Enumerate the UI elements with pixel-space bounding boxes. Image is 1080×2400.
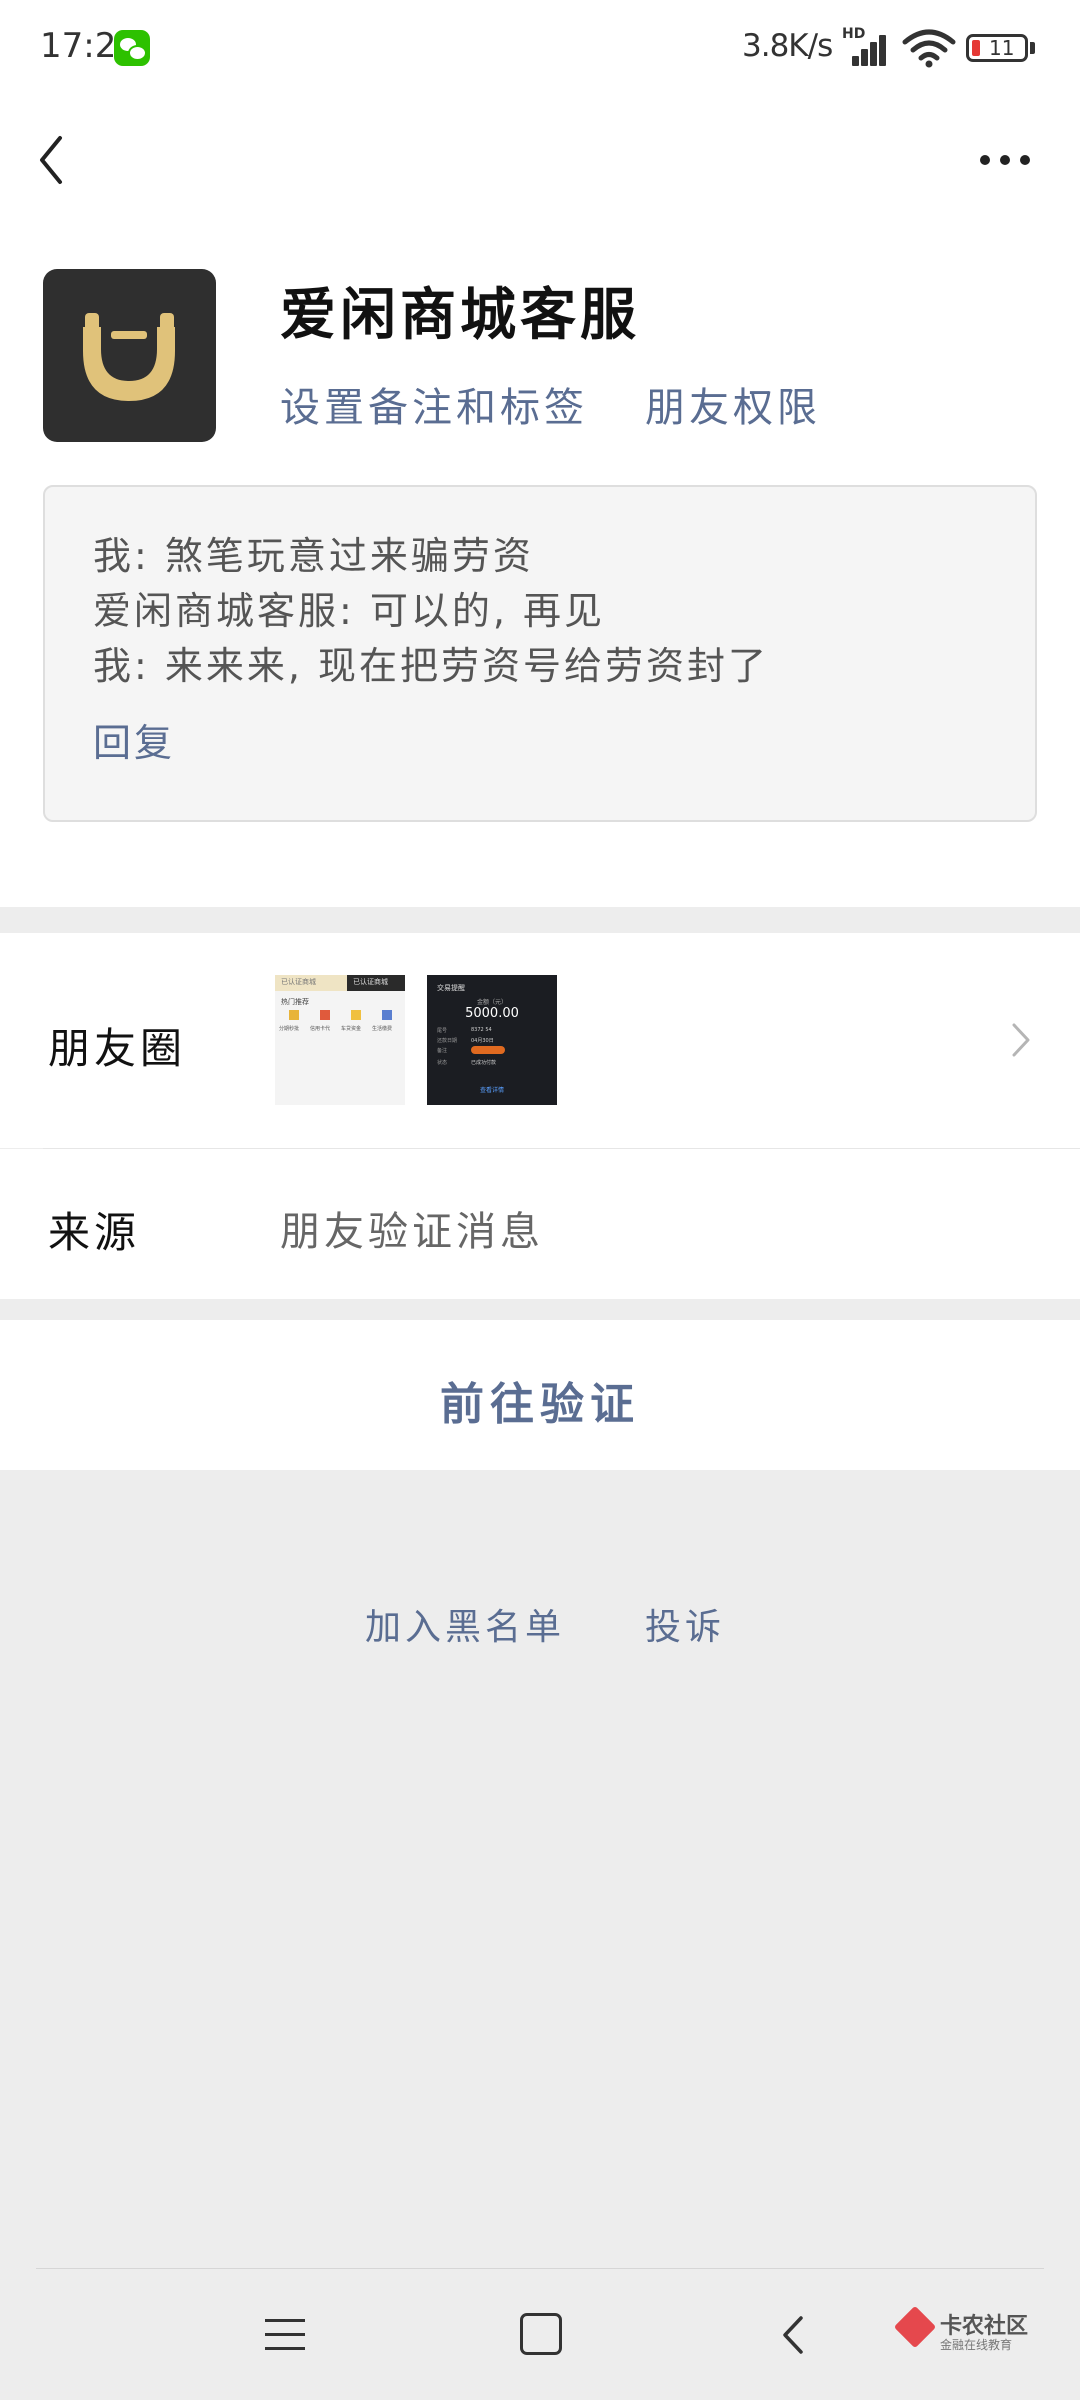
wechat-notification-icon — [114, 30, 150, 66]
source-label: 来源 — [48, 1208, 141, 1257]
thumb-row-key: 备注 — [437, 1048, 448, 1054]
message-line: 我: 煞笔玩意过来骗劳资 — [93, 534, 534, 578]
moments-label: 朋友圈 — [48, 1024, 187, 1073]
message-line: 我: 来来来, 现在把劳资号给劳资封了 — [93, 644, 770, 688]
contact-name: 爱闲商城客服 — [280, 283, 640, 348]
source-row: 来源 朋友验证消息 — [0, 1149, 1080, 1299]
top-navbar — [0, 110, 1080, 210]
thumb-title: 交易提醒 — [437, 984, 465, 992]
complain-link[interactable]: 投诉 — [645, 1598, 725, 1650]
signal-icon — [842, 32, 890, 66]
chevron-right-icon — [1012, 1023, 1030, 1057]
wifi-icon — [902, 29, 956, 68]
nav-divider — [36, 2268, 1044, 2269]
back-icon[interactable] — [775, 2310, 815, 2360]
smile-logo-icon — [83, 313, 175, 401]
thumb-item: 分期秒批 — [279, 1026, 300, 1032]
thumb-scribble — [471, 1046, 505, 1054]
thumb-amount: 5000.00 — [465, 1006, 519, 1021]
thumb-amount-label: 金额（元） — [476, 999, 507, 1006]
thumb-row-value: 已成功付款 — [471, 1060, 497, 1066]
more-dots-icon[interactable] — [975, 150, 1035, 170]
thumb-item: 车贷资金 — [341, 1026, 362, 1032]
thumb-section-title: 热门推荐 — [281, 998, 309, 1006]
thumb-button: 查看详情 — [479, 1087, 504, 1094]
source-value: 朋友验证消息 — [280, 1209, 544, 1255]
battery-tip — [1030, 42, 1035, 54]
status-bar: 17:23 3.8K/s HD 11 — [0, 0, 1080, 96]
thumb-row-key: 状态 — [437, 1060, 448, 1066]
watermark-logo-icon — [893, 2305, 937, 2349]
menu-icon[interactable] — [265, 2317, 311, 2353]
friend-permission-link[interactable]: 朋友权限 — [645, 375, 821, 433]
thumb-row-key: 尾号 — [437, 1028, 448, 1034]
chevron-left-icon[interactable] — [30, 130, 90, 190]
thumb-item: 生活缴费 — [372, 1026, 393, 1032]
thumb-item: 信用卡代 — [310, 1026, 331, 1032]
set-remark-link[interactable]: 设置备注和标签 — [280, 375, 588, 433]
add-to-blacklist-link[interactable]: 加入黑名单 — [365, 1598, 565, 1650]
watermark-subtitle: 金融在线教育 — [940, 2338, 1013, 2352]
message-line: 爱闲商城客服: 可以的, 再见 — [93, 589, 606, 633]
battery-level: 11 — [989, 36, 1015, 60]
reply-link[interactable]: 回复 — [93, 712, 175, 767]
verification-message-box: 我: 煞笔玩意过来骗劳资 爱闲商城客服: 可以的, 再见 我: 来来来, 现在把… — [43, 485, 1037, 822]
home-icon[interactable] — [520, 2313, 562, 2355]
watermark: 卡农社区 金融在线教育 — [893, 2305, 1030, 2358]
thumb-tab: 已认证商城 — [281, 978, 316, 986]
thumb-row-value: 8372 54 — [471, 1027, 492, 1033]
go-verify-label: 前往验证 — [440, 1379, 640, 1430]
moments-thumbnail[interactable]: 已认证商城 已认证商城 热门推荐 分期秒批 信用卡代 车贷资金 生活缴费 — [275, 975, 405, 1105]
go-verify-button[interactable]: 前往验证 — [0, 1320, 1080, 1470]
avatar[interactable] — [43, 269, 216, 442]
thumb-row-value: 04月30日 — [471, 1038, 494, 1044]
network-speed: 3.8K/s — [742, 28, 833, 64]
thumb-tab: 已认证商城 — [353, 978, 388, 986]
thumb-row-key: 还款日期 — [437, 1038, 458, 1044]
moments-thumbnail[interactable]: 交易提醒 金额（元） 5000.00 尾号 8372 54 还款日期 04月30… — [427, 975, 557, 1105]
battery-icon: 11 — [966, 34, 1028, 62]
